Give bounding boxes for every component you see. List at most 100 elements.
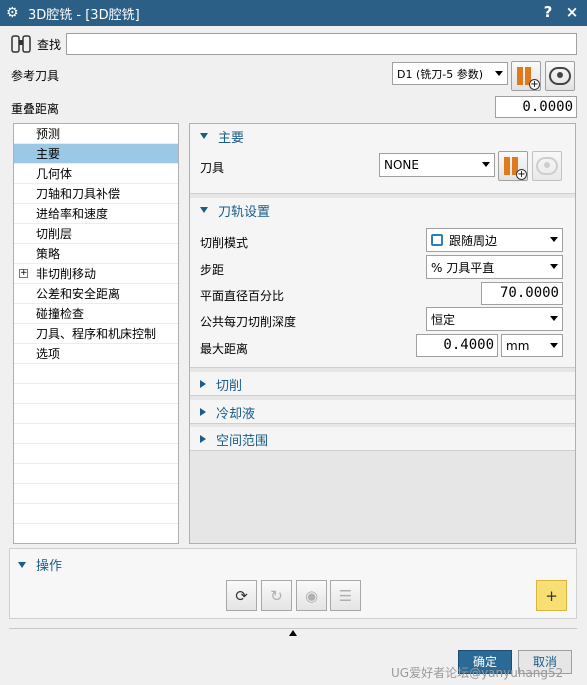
- tree-empty-row: [14, 404, 178, 424]
- tool-select[interactable]: NONE: [379, 153, 495, 177]
- tree-item-tolerances[interactable]: 公差和安全距离: [14, 284, 178, 304]
- spatial-range-group: 空间范围: [190, 427, 575, 451]
- close-button[interactable]: ×: [563, 3, 581, 21]
- new-tool-icon: +: [503, 155, 527, 180]
- operations-group-header[interactable]: 操作: [18, 555, 62, 574]
- overlap-distance-input[interactable]: 0.0000: [495, 96, 577, 118]
- reference-tool-label: 参考刀具: [11, 69, 60, 83]
- navigation-tree: 预测 主要 几何体 刀轴和刀具补偿 进给率和速度 切削层 策略 + 非切削移动 公…: [13, 123, 179, 544]
- verify-button[interactable]: ◉: [296, 580, 327, 611]
- tree-empty-row: [14, 364, 178, 384]
- new-tool-button[interactable]: +: [498, 151, 528, 181]
- add-button[interactable]: +: [536, 580, 567, 611]
- tree-item-label: 几何体: [36, 167, 73, 181]
- collapse-icon: [200, 207, 208, 213]
- tree-item-machine-control[interactable]: 刀具、程序和机床控制: [14, 324, 178, 344]
- tree-item-label: 策略: [36, 247, 61, 261]
- replay-icon: ↻: [270, 586, 283, 605]
- gear-icon[interactable]: ⚙: [6, 5, 22, 21]
- tool-value: NONE: [384, 158, 419, 172]
- toolpath-group-header[interactable]: 刀轨设置: [190, 198, 575, 222]
- chevron-up-icon[interactable]: [289, 630, 297, 636]
- generate-button[interactable]: ⟳: [226, 580, 257, 611]
- tree-item-label: 碰撞检查: [36, 307, 85, 321]
- tree-item-label: 刀轴和刀具补偿: [36, 187, 121, 201]
- expand-icon: [200, 435, 206, 443]
- tree-empty-row: [14, 484, 178, 504]
- chevron-down-icon: [550, 237, 558, 242]
- expand-icon: [200, 380, 206, 388]
- tree-item-non-cutting-moves[interactable]: + 非切削移动: [14, 264, 178, 284]
- binoculars-icon: [10, 33, 34, 55]
- overlap-distance-label: 重叠距离: [11, 102, 60, 116]
- tree-empty-row: [14, 464, 178, 484]
- follow-periphery-icon: [431, 234, 443, 246]
- find-input[interactable]: [66, 33, 577, 55]
- help-button[interactable]: ?: [539, 3, 557, 21]
- tree-item-label: 公差和安全距离: [36, 287, 121, 301]
- cut-pattern-value: 跟随周边: [449, 233, 498, 248]
- expand-icon: [200, 408, 206, 416]
- tree-empty-row: [14, 384, 178, 404]
- find-label: 查找: [37, 38, 62, 52]
- chevron-down-icon: [550, 316, 558, 321]
- tree-item-geometry[interactable]: 几何体: [14, 164, 178, 184]
- collapse-icon: [18, 561, 26, 568]
- unit-select[interactable]: mm: [501, 334, 563, 357]
- operations-title: 操作: [36, 559, 63, 574]
- stepover-select[interactable]: % 刀具平直: [426, 255, 563, 279]
- stepover-label: 步距: [200, 263, 225, 277]
- display-tool-icon: [549, 67, 571, 85]
- common-depth-value: 恒定: [431, 312, 456, 327]
- chevron-down-icon: [550, 264, 558, 269]
- main-group: 主要 刀具 NONE +: [190, 124, 575, 194]
- tree-item-collision-check[interactable]: 碰撞检查: [14, 304, 178, 324]
- chevron-down-icon: [482, 162, 490, 167]
- max-distance-label: 最大距离: [200, 342, 249, 356]
- title-bar: ⚙ 3D腔铣 - [3D腔铣] ? ×: [0, 0, 587, 26]
- tree-empty-row: [14, 424, 178, 444]
- reference-tool-value: D1 (铣刀-5 参数): [397, 67, 484, 81]
- generate-icon: ⟳: [235, 586, 248, 605]
- verify-icon: ◉: [304, 586, 319, 605]
- display-reference-tool-button[interactable]: [545, 61, 575, 91]
- expand-icon[interactable]: +: [19, 269, 28, 278]
- spatial-range-group-header[interactable]: 空间范围: [190, 427, 575, 451]
- tree-empty-row: [14, 444, 178, 464]
- new-tool-icon: +: [516, 65, 540, 90]
- tree-item-strategy[interactable]: 策略: [14, 244, 178, 264]
- main-group-header[interactable]: 主要: [190, 124, 575, 148]
- tree-item-feeds-speeds[interactable]: 进给率和速度: [14, 204, 178, 224]
- tree-item-label: 进给率和速度: [36, 207, 109, 221]
- watermark-text: UG爱好者论坛@yanyuhang52: [391, 666, 564, 680]
- cut-pattern-select[interactable]: 跟随周边: [426, 228, 563, 252]
- tree-item-label: 切削层: [36, 227, 73, 241]
- coolant-group: 冷却液: [190, 400, 575, 424]
- display-tool-icon: [536, 157, 558, 175]
- tree-item-tool-axis[interactable]: 刀轴和刀具补偿: [14, 184, 178, 204]
- common-depth-select[interactable]: 恒定: [426, 307, 563, 331]
- operations-group: 操作 ⟳ ↻ ◉ ☰ +: [9, 548, 577, 619]
- reference-tool-select[interactable]: D1 (铣刀-5 参数): [392, 62, 508, 85]
- new-reference-tool-button[interactable]: +: [511, 61, 541, 91]
- percent-input[interactable]: 70.0000: [481, 282, 563, 305]
- tree-item-label: 主要: [36, 147, 61, 161]
- main-group-title: 主要: [218, 130, 245, 146]
- tree-item-cut-levels[interactable]: 切削层: [14, 224, 178, 244]
- coolant-group-header[interactable]: 冷却液: [190, 400, 575, 424]
- max-distance-input[interactable]: 0.4000: [416, 334, 498, 357]
- toolpath-group: 刀轨设置 切削模式 跟随周边 步距 % 刀具平直 平面直径百分比 70.0000…: [190, 198, 575, 368]
- tree-item-options[interactable]: 选项: [14, 344, 178, 364]
- display-tool-button[interactable]: [532, 151, 562, 181]
- spatial-range-group-title: 空间范围: [216, 433, 269, 449]
- tree-item-main[interactable]: 主要: [14, 144, 178, 164]
- cutting-group: 切削: [190, 372, 575, 396]
- list-icon: ☰: [338, 586, 353, 605]
- coolant-group-title: 冷却液: [216, 406, 256, 422]
- unit-value: mm: [506, 338, 530, 353]
- tree-item-preview[interactable]: 预测: [14, 124, 178, 144]
- list-button[interactable]: ☰: [330, 580, 361, 611]
- cutting-group-header[interactable]: 切削: [190, 372, 575, 396]
- stepover-value: % 刀具平直: [431, 260, 495, 275]
- replay-button[interactable]: ↻: [261, 580, 292, 611]
